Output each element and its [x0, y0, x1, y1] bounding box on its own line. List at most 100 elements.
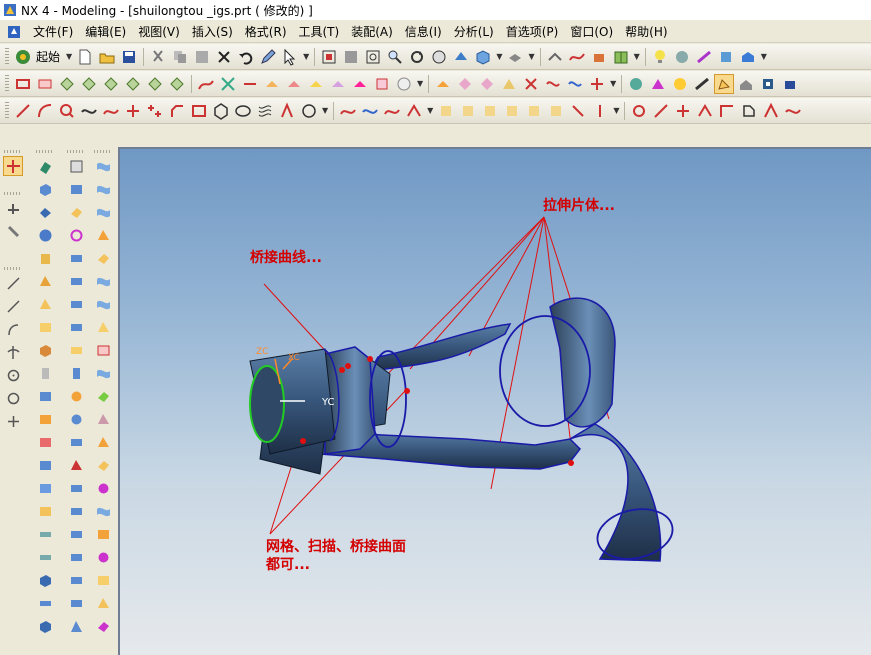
menu-file[interactable]: 文件(F) — [27, 22, 79, 42]
blend-icon[interactable] — [35, 294, 55, 314]
start-icon[interactable] — [13, 47, 33, 67]
trim-body-icon[interactable] — [35, 432, 55, 452]
render-g-icon[interactable] — [780, 74, 800, 94]
surface-tool-o-icon[interactable] — [93, 478, 113, 498]
edit-curve-a-icon[interactable] — [629, 101, 649, 121]
line-tool-icon[interactable] — [3, 273, 23, 293]
surface-a-icon[interactable] — [262, 74, 282, 94]
line-icon[interactable] — [13, 101, 33, 121]
render-a-icon[interactable] — [626, 74, 646, 94]
curve-a-icon[interactable] — [196, 74, 216, 94]
select-icon[interactable] — [280, 47, 300, 67]
graphics-window[interactable]: ZC XC YC 拉伸片体... 桥接曲线... 网格、扫描、桥接曲面 都可..… — [118, 147, 871, 655]
paste-icon[interactable] — [192, 47, 212, 67]
surface-tool-a-icon[interactable] — [93, 156, 113, 176]
curve-dropdown-icon[interactable]: ▼ — [322, 106, 328, 115]
draft-icon[interactable] — [35, 409, 55, 429]
line-tool-b-icon[interactable] — [3, 296, 23, 316]
point-tool-icon[interactable] — [3, 411, 23, 431]
edit-pen-icon[interactable] — [258, 47, 278, 67]
offset-face-icon[interactable] — [35, 547, 55, 567]
helix-icon[interactable] — [255, 101, 275, 121]
chamfer-curve-icon[interactable] — [167, 101, 187, 121]
sketch-feature-icon[interactable] — [66, 156, 86, 176]
render-c-icon[interactable] — [670, 74, 690, 94]
edit-surface-f-icon[interactable] — [543, 74, 563, 94]
groove-icon[interactable] — [66, 225, 86, 245]
layer-icon[interactable] — [545, 47, 565, 67]
trim-tool-icon[interactable] — [3, 342, 23, 362]
split-body-icon[interactable] — [35, 455, 55, 475]
wrap-curve-icon[interactable] — [524, 101, 544, 121]
surface-tool-n-icon[interactable] — [93, 455, 113, 475]
intersect-curve-icon[interactable] — [436, 101, 456, 121]
edit-surface-d-icon[interactable] — [499, 74, 519, 94]
surface-b-icon[interactable] — [284, 74, 304, 94]
edit-surface-a-icon[interactable] — [433, 74, 453, 94]
extract-body-icon[interactable] — [35, 616, 55, 636]
edit-curve-b-icon[interactable] — [651, 101, 671, 121]
ellipse-icon[interactable] — [233, 101, 253, 121]
sphere-icon[interactable] — [35, 225, 55, 245]
menu-analysis[interactable]: 分析(L) — [448, 22, 500, 42]
surface-tool-r-icon[interactable] — [93, 547, 113, 567]
diamond-c-icon[interactable] — [101, 74, 121, 94]
menu-format[interactable]: 格式(R) — [239, 22, 293, 42]
n-sided-icon[interactable] — [66, 570, 86, 590]
copy-icon[interactable] — [170, 47, 190, 67]
zoom-icon[interactable] — [385, 47, 405, 67]
boss-icon[interactable] — [66, 271, 86, 291]
chamfer-icon[interactable] — [35, 317, 55, 337]
select-dropdown-icon[interactable]: ▼ — [303, 52, 309, 61]
datum-icon[interactable] — [3, 198, 23, 218]
curve-b-icon[interactable] — [218, 74, 238, 94]
render-d-icon[interactable] — [692, 74, 712, 94]
rib-icon[interactable] — [66, 317, 86, 337]
edit-curve-c-icon[interactable] — [673, 101, 693, 121]
toolbar-grip[interactable] — [4, 150, 22, 153]
arc-icon[interactable] — [35, 101, 55, 121]
edit-surface-dropdown-icon[interactable]: ▼ — [610, 79, 616, 88]
spline-curve-icon[interactable] — [79, 101, 99, 121]
book-icon[interactable] — [611, 47, 631, 67]
toolbar-grip[interactable] — [4, 267, 22, 270]
zoom-box-icon[interactable] — [363, 47, 383, 67]
model-icon[interactable] — [738, 47, 758, 67]
undo-icon[interactable] — [236, 47, 256, 67]
edit-curve-f-icon[interactable] — [739, 101, 759, 121]
surface-tool-c-icon[interactable] — [93, 202, 113, 222]
mirror-body-icon[interactable] — [35, 478, 55, 498]
surface-tool-j-icon[interactable] — [93, 363, 113, 383]
studio-spline-icon[interactable] — [101, 101, 121, 121]
document-icon[interactable] — [6, 24, 22, 40]
edit-surface-c-icon[interactable] — [477, 74, 497, 94]
spline-icon[interactable] — [567, 47, 587, 67]
scale-body-icon[interactable] — [35, 570, 55, 590]
surface-tool-m-icon[interactable] — [93, 432, 113, 452]
book-dropdown-icon[interactable]: ▼ — [634, 52, 640, 61]
sketch-icon[interactable] — [13, 74, 33, 94]
surface-tool-e-icon[interactable] — [93, 248, 113, 268]
edit-curve-g-icon[interactable] — [761, 101, 781, 121]
shaded-icon[interactable] — [451, 47, 471, 67]
project-curve-icon[interactable] — [404, 101, 424, 121]
pan-icon[interactable] — [429, 47, 449, 67]
diamond-a-icon[interactable] — [57, 74, 77, 94]
point-icon[interactable] — [123, 101, 143, 121]
fit-view-icon[interactable] — [319, 47, 339, 67]
trim-curve-icon[interactable] — [568, 101, 588, 121]
polygon-icon[interactable] — [211, 101, 231, 121]
project-dropdown-icon[interactable]: ▼ — [427, 106, 433, 115]
surface-tool-k-icon[interactable] — [93, 386, 113, 406]
sketch-rect-icon[interactable] — [35, 74, 55, 94]
edit-curve-d-icon[interactable] — [695, 101, 715, 121]
save-icon[interactable] — [119, 47, 139, 67]
surface-tool-q-icon[interactable] — [93, 524, 113, 544]
rotate-icon[interactable] — [407, 47, 427, 67]
patch-icon[interactable] — [35, 593, 55, 613]
extrude-icon[interactable] — [35, 156, 55, 176]
menu-information[interactable]: 信息(I) — [399, 22, 448, 42]
curve-c-icon[interactable] — [240, 74, 260, 94]
render-style-icon[interactable] — [473, 47, 493, 67]
new-file-icon[interactable] — [75, 47, 95, 67]
